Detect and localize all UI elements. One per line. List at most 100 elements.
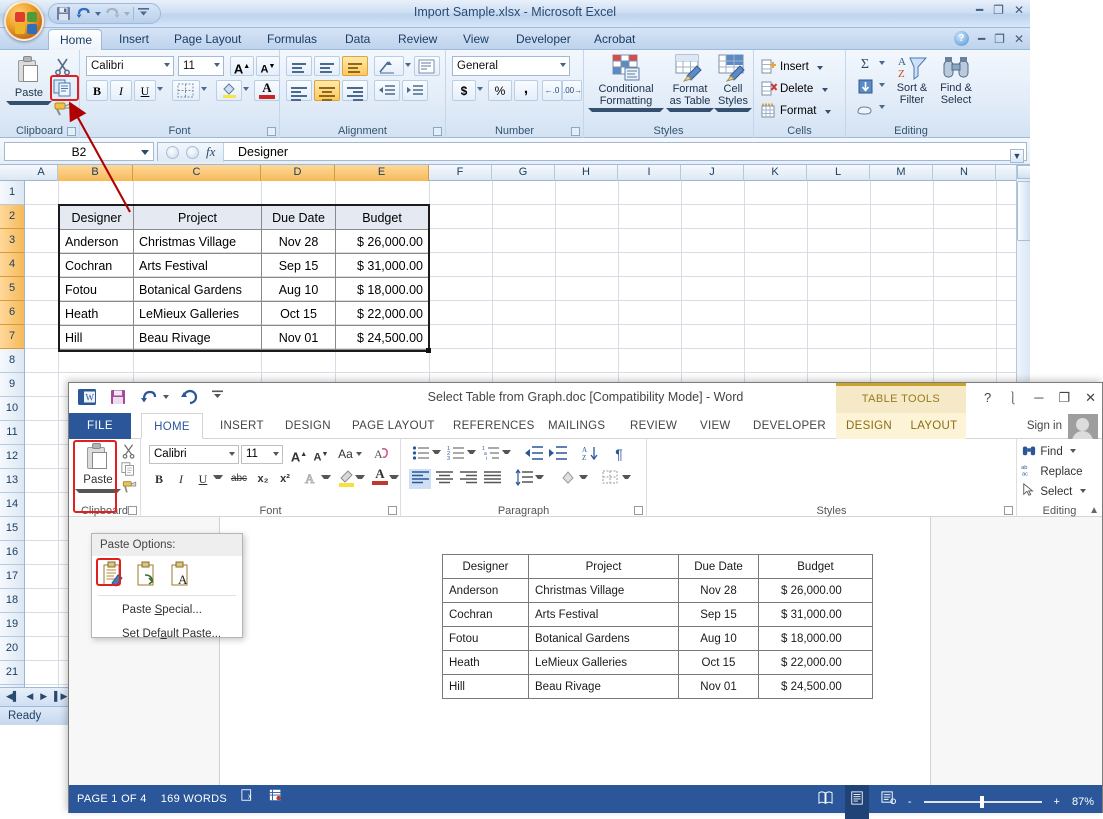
tab-file[interactable]: FILE [69, 413, 131, 439]
cell-due-date[interactable]: Nov 28 [262, 230, 336, 254]
highlight-dropdown[interactable] [355, 475, 365, 479]
macro-recording-icon[interactable] [269, 785, 283, 813]
align-right-button[interactable] [342, 80, 368, 101]
shading-dropdown[interactable] [579, 475, 588, 479]
tab-developer[interactable]: DEVELOPER [742, 413, 837, 439]
formula-input-area[interactable]: fx Designer ▼ [157, 142, 1027, 161]
clear-dropdown[interactable] [878, 104, 886, 110]
align-center-button[interactable] [433, 469, 455, 489]
cell-project[interactable]: Botanical Gardens [134, 278, 262, 302]
sort-filter-button[interactable]: A Z Sort & Filter [890, 54, 934, 106]
row-header-3[interactable]: 3 [0, 229, 24, 253]
percent-format-button[interactable]: % [488, 80, 512, 101]
borders-dropdown[interactable] [622, 475, 631, 479]
column-header-i[interactable]: I [618, 165, 681, 181]
tab-mailings[interactable]: MAILINGS [537, 413, 616, 439]
row-header-8[interactable]: 8 [0, 349, 24, 373]
tab-table-design[interactable]: DESIGN [836, 413, 902, 439]
borders-button[interactable] [599, 469, 621, 489]
row-header-18[interactable]: 18 [0, 589, 24, 613]
header-due-date[interactable]: Due Date [262, 206, 336, 230]
row-header-2[interactable]: 2 [0, 205, 24, 229]
tab-insert[interactable]: Insert [108, 28, 160, 50]
collapse-ribbon-button[interactable]: ▲ [1089, 505, 1099, 516]
align-center-button[interactable] [314, 80, 340, 101]
tab-review[interactable]: Review [387, 28, 448, 50]
cell-project[interactable]: Beau Rivage [529, 675, 679, 699]
tab-acrobat[interactable]: Acrobat [583, 28, 646, 50]
cell-designer[interactable]: Fotou [443, 627, 529, 651]
cell-project[interactable]: Arts Festival [134, 254, 262, 278]
close-button[interactable]: ✕ [1085, 390, 1096, 406]
tab-home[interactable]: Home [48, 29, 102, 51]
font-color-button[interactable]: A [254, 80, 280, 101]
fill-handle[interactable] [426, 348, 431, 353]
row-header-16[interactable]: 16 [0, 541, 24, 565]
numbering-dropdown[interactable] [467, 450, 476, 454]
increase-indent-button[interactable] [547, 445, 569, 464]
column-header-e[interactable]: E [335, 165, 429, 181]
tab-home[interactable]: HOME [141, 413, 203, 439]
change-case-button[interactable]: Aa [336, 445, 364, 464]
row-header-14[interactable]: 14 [0, 493, 24, 517]
text-effects-button[interactable]: A [301, 469, 321, 490]
grow-font-button[interactable]: A▲ [230, 56, 254, 76]
fill-dropdown[interactable] [878, 82, 886, 88]
insert-function-icon[interactable]: fx [206, 144, 215, 160]
font-size-input[interactable]: 11 [241, 445, 283, 464]
column-header-n[interactable]: N [933, 165, 996, 181]
name-box-chevron-icon[interactable] [141, 150, 149, 155]
strikethrough-button[interactable]: abc [227, 469, 251, 489]
print-layout-icon[interactable] [845, 785, 869, 819]
cell-due-date[interactable]: Aug 10 [262, 278, 336, 302]
set-default-paste-menu-item[interactable]: Set Default Paste... [92, 622, 242, 646]
sort-button[interactable]: AZ [579, 445, 601, 465]
font-color-dropdown[interactable] [389, 475, 399, 479]
tab-data[interactable]: Data [334, 28, 381, 50]
multilevel-list-dropdown[interactable] [502, 450, 511, 454]
cell-budget[interactable]: $ 26,000.00 [336, 230, 429, 254]
proofing-errors-icon[interactable]: x [241, 785, 255, 813]
select-button[interactable]: Select [1021, 483, 1099, 498]
merge-formatting-button[interactable] [136, 561, 158, 590]
bold-button[interactable]: B [149, 469, 169, 489]
cell-due-date[interactable]: Aug 10 [679, 627, 759, 651]
delete-cells-button[interactable]: Delete [760, 78, 840, 98]
tab-view[interactable]: View [452, 28, 500, 50]
shrink-font-button[interactable]: A▼ [256, 56, 280, 76]
insert-cells-button[interactable]: Insert [760, 56, 840, 76]
cell-project[interactable]: Christmas Village [529, 579, 679, 603]
header-budget[interactable]: Budget [759, 555, 873, 579]
comma-style-button[interactable]: , [514, 80, 538, 101]
increase-decimal-button[interactable]: ←.0 [542, 80, 562, 101]
autosum-button[interactable]: Σ [852, 54, 878, 74]
increase-indent-button[interactable] [402, 80, 428, 101]
orientation-dropdown[interactable] [404, 62, 412, 68]
underline-dropdown[interactable] [156, 86, 164, 92]
first-sheet-icon[interactable]: ◀▌ [6, 691, 19, 702]
cell-due-date[interactable]: Sep 15 [679, 603, 759, 627]
word-count[interactable]: 169 WORDS [161, 785, 227, 813]
avatar[interactable] [1068, 414, 1098, 440]
italic-button[interactable]: I [110, 80, 132, 101]
help-icon[interactable]: ? [984, 390, 991, 405]
cut-button[interactable] [52, 56, 74, 79]
office-button[interactable] [4, 1, 44, 41]
cell-due-date[interactable]: Oct 15 [262, 302, 336, 326]
cell-budget[interactable]: $ 31,000.00 [759, 603, 873, 627]
format-painter-button[interactable] [121, 479, 138, 498]
tab-table-layout[interactable]: LAYOUT [902, 413, 966, 439]
zoom-slider-knob[interactable] [980, 796, 984, 808]
cell-budget[interactable]: $ 22,000.00 [759, 651, 873, 675]
row-header-17[interactable]: 17 [0, 565, 24, 589]
cell-styles-button[interactable]: Cell Styles [714, 54, 752, 112]
borders-button[interactable] [172, 80, 200, 101]
restore-button[interactable]: ❐ [993, 4, 1004, 16]
tab-developer[interactable]: Developer [505, 28, 582, 50]
decrease-indent-button[interactable] [523, 445, 545, 464]
conditional-formatting-button[interactable]: Conditional Formatting [588, 54, 664, 112]
cell-project[interactable]: Arts Festival [529, 603, 679, 627]
name-box[interactable]: B2 [4, 142, 154, 161]
close-window-button[interactable]: ✕ [1014, 32, 1024, 46]
tab-page-layout[interactable]: PAGE LAYOUT [341, 413, 446, 439]
